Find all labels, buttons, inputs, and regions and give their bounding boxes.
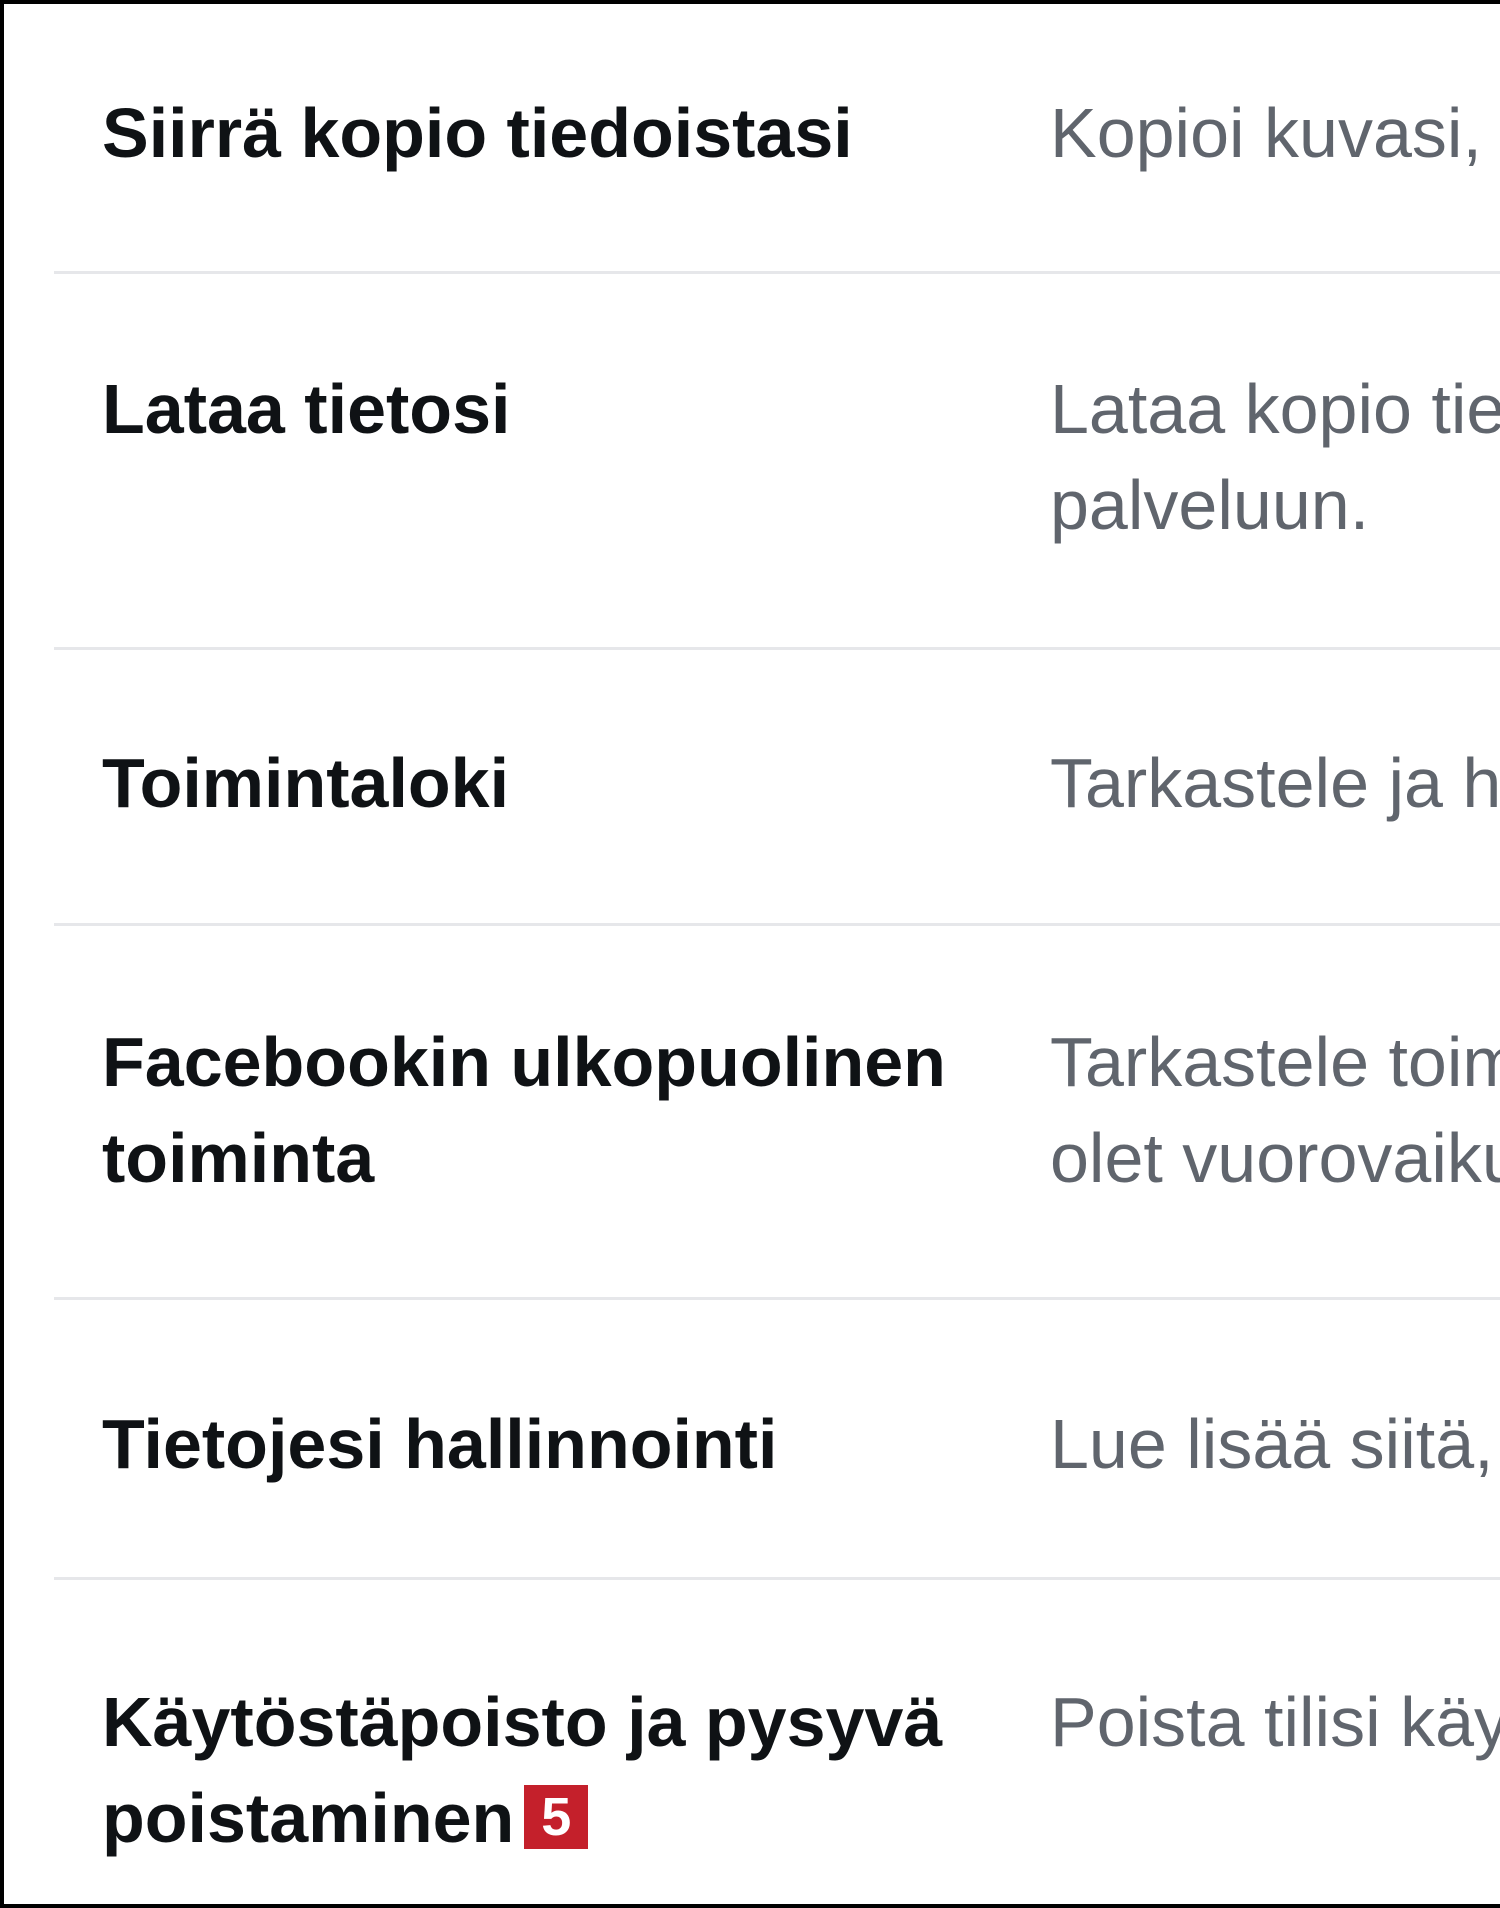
row-title: Facebookin ulkopuolinen toiminta xyxy=(102,1014,1052,1206)
row-description-line: olet vuorovaiku xyxy=(1050,1119,1500,1197)
row-title-line: Facebookin ulkopuolinen xyxy=(102,1023,946,1101)
settings-row-activity-log[interactable]: Toimintaloki Tarkastele ja h xyxy=(54,650,1500,926)
settings-row-download-info[interactable]: Lataa tietosi Lataa kopio tie palveluun. xyxy=(54,274,1500,650)
row-description-line: palveluun. xyxy=(1050,466,1370,544)
row-title-line: Käytöstäpoisto ja pysyvä xyxy=(102,1683,943,1761)
row-title: Toimintaloki xyxy=(102,744,510,822)
settings-panel: Siirrä kopio tiedoistasi Kopioi kuvasi, … xyxy=(4,4,1500,1904)
settings-row-manage-info[interactable]: Tietojesi hallinnointi Lue lisää siitä, xyxy=(54,1300,1500,1580)
row-description: Lue lisää siitä, xyxy=(1050,1405,1494,1483)
settings-list: Siirrä kopio tiedoistasi Kopioi kuvasi, … xyxy=(54,4,1500,1904)
row-description-line: Lataa kopio tie xyxy=(1050,370,1500,448)
row-title-line-text: poistaminen xyxy=(102,1779,515,1857)
row-description: Kopioi kuvasi, xyxy=(1050,94,1482,172)
row-description: Lataa kopio tie palveluun. xyxy=(1050,361,1500,553)
settings-row-transfer-copy[interactable]: Siirrä kopio tiedoistasi Kopioi kuvasi, xyxy=(54,4,1500,274)
row-title: Tietojesi hallinnointi xyxy=(102,1405,778,1483)
step-number-badge: 5 xyxy=(524,1784,589,1849)
row-description: Tarkastele ja h xyxy=(1050,744,1500,822)
row-title-line: poistaminen 5 xyxy=(102,1770,1052,1866)
row-title-line: toiminta xyxy=(102,1119,375,1197)
settings-row-off-facebook-activity[interactable]: Facebookin ulkopuolinen toiminta Tarkast… xyxy=(54,926,1500,1300)
row-title: Lataa tietosi xyxy=(102,370,511,448)
settings-row-deactivation-deletion[interactable]: Käytöstäpoisto ja pysyvä poistaminen 5 Po… xyxy=(54,1580,1500,1904)
row-description: Tarkastele toim olet vuorovaiku xyxy=(1050,1014,1500,1206)
row-description: Poista tilisi käy xyxy=(1050,1683,1500,1761)
row-description-line: Tarkastele toim xyxy=(1050,1023,1500,1101)
row-title: Siirrä kopio tiedoistasi xyxy=(102,94,853,172)
row-title: Käytöstäpoisto ja pysyvä poistaminen 5 xyxy=(102,1674,1052,1866)
